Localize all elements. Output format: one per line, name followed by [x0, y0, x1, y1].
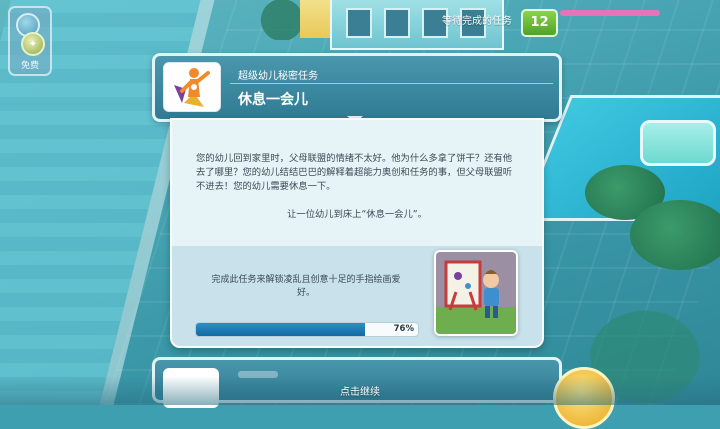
superhero-icon — [174, 68, 210, 107]
pool-lounger — [640, 120, 716, 166]
finger-painting-hobby-thumbnail — [434, 250, 518, 336]
window — [384, 8, 410, 38]
task-instruction: 让一位幼儿到床上“休息一会儿”。 — [287, 209, 427, 220]
pending-tasks-label: 等待完成的任务 — [442, 16, 512, 27]
free-label: 免费 — [20, 61, 39, 71]
reward-description: 完成此任务来解锁凌乱且创意十足的手指绘画爱好。 — [211, 275, 401, 298]
tap-to-continue[interactable]: 点击继续 — [0, 383, 720, 398]
superhero-toddler-icon — [163, 62, 221, 112]
task-progress-bar: 76% — [195, 322, 419, 337]
task-title: 休息一会儿 — [238, 92, 308, 108]
free-reward-widget[interactable]: ✦ 免费 — [8, 6, 52, 76]
pink-rail — [560, 10, 660, 16]
progress-percent: 76% — [393, 324, 414, 334]
task-header: 超级幼儿秘密任务 休息一会儿 — [152, 53, 562, 122]
task-description: 您的幼儿回到家里时，父母联盟的情绪不太好。他为什么多拿了饼干？还有他去了哪里？您… — [196, 153, 513, 192]
pending-tasks-count-badge[interactable]: 12 — [521, 9, 558, 37]
progress-fill — [196, 323, 365, 336]
bush — [630, 200, 720, 270]
window — [346, 8, 372, 38]
task-category: 超级幼儿秘密任务 — [238, 71, 318, 82]
task-details-panel[interactable]: 您的幼儿回到家里时，父母联盟的情绪不太好。他为什么多拿了饼干？还有他去了哪里？您… — [170, 118, 544, 348]
reward-section: 完成此任务来解锁凌乱且创意十足的手指绘画爱好。 76% — [172, 246, 542, 346]
easel-toddler-icon — [436, 252, 516, 334]
header-divider — [230, 83, 553, 84]
lifestyle-point-icon: ✦ — [21, 32, 45, 56]
